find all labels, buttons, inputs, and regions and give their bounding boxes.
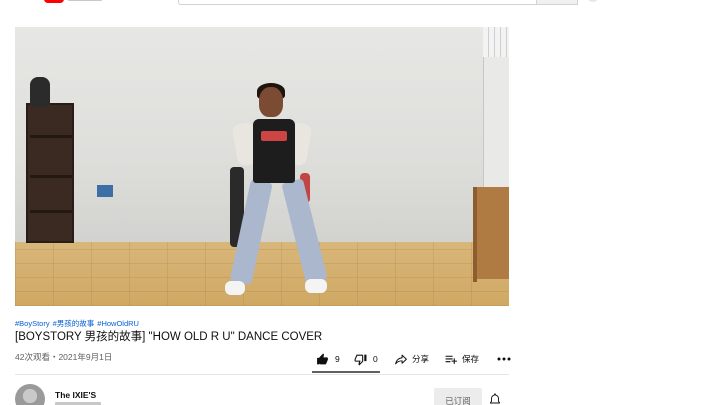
shelf-board bbox=[30, 135, 72, 138]
hashtag-link[interactable]: #HowOldRU bbox=[97, 319, 139, 328]
video-player[interactable] bbox=[15, 27, 509, 306]
share-arrow-icon bbox=[394, 353, 408, 366]
channel-name[interactable]: The IXIE'S bbox=[55, 390, 96, 400]
view-count-date: 42次观看・2021年9月1日 bbox=[15, 352, 113, 362]
section-divider bbox=[15, 374, 509, 375]
save-button[interactable]: 保存 bbox=[444, 347, 488, 371]
more-actions-button[interactable] bbox=[494, 347, 514, 371]
thumbs-down-icon bbox=[354, 353, 367, 366]
video-frame-bag bbox=[30, 77, 50, 107]
masthead bbox=[0, 0, 720, 6]
dancer-shoe bbox=[225, 281, 245, 295]
more-horizontal-icon bbox=[497, 357, 511, 361]
like-ratio-bar bbox=[312, 371, 380, 373]
dancer-shirt-print bbox=[261, 131, 287, 141]
shelf-board bbox=[30, 210, 72, 213]
dislike-count: 0 bbox=[373, 354, 378, 364]
shelf-board bbox=[30, 175, 72, 178]
share-button[interactable]: 分享 bbox=[394, 347, 438, 371]
dancer-head bbox=[259, 87, 283, 117]
youtube-logo-icon[interactable] bbox=[44, 0, 64, 3]
search-input[interactable] bbox=[178, 0, 578, 5]
video-frame-window bbox=[483, 27, 509, 57]
subscribed-button[interactable]: 已订阅 bbox=[434, 388, 482, 405]
like-count: 9 bbox=[335, 354, 340, 364]
video-title: [BOYSTORY 男孩的故事] "HOW OLD R U" DANCE COV… bbox=[15, 331, 323, 343]
search-button[interactable] bbox=[536, 0, 578, 5]
video-frame-floor bbox=[15, 241, 509, 306]
thumbs-up-icon bbox=[316, 353, 329, 366]
playlist-add-icon bbox=[444, 353, 458, 366]
logo-wordmark bbox=[68, 0, 102, 1]
channel-avatar[interactable] bbox=[15, 384, 45, 405]
share-label: 分享 bbox=[412, 354, 430, 364]
save-label: 保存 bbox=[462, 354, 480, 364]
hashtag-link[interactable]: #男孩的故事 bbox=[53, 319, 95, 328]
hashtag-link[interactable]: #BoyStory bbox=[15, 319, 50, 328]
video-frame-table bbox=[477, 187, 509, 279]
action-bar: 9 0 分享 保存 bbox=[312, 346, 514, 372]
dislike-button[interactable]: 0 bbox=[352, 347, 388, 371]
mic-icon[interactable] bbox=[588, 0, 598, 2]
bell-icon[interactable] bbox=[489, 393, 501, 405]
dancer-shoe bbox=[305, 279, 327, 293]
dancer-shirt bbox=[253, 119, 295, 183]
video-frame-shelf bbox=[26, 103, 74, 243]
like-button[interactable]: 9 bbox=[312, 347, 352, 371]
video-frame-box bbox=[97, 185, 113, 197]
